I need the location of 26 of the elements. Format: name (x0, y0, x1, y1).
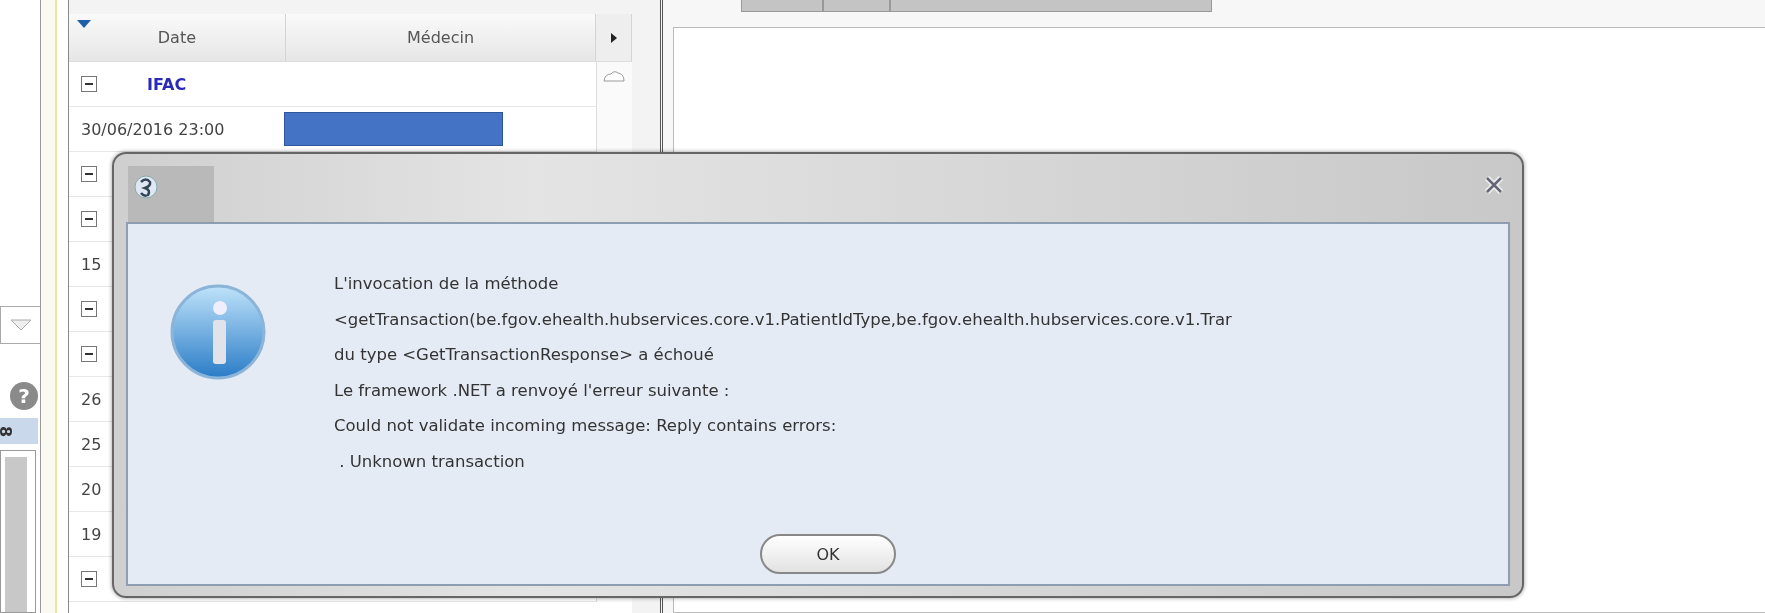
cloud-icon (603, 70, 626, 82)
sort-icon[interactable] (77, 20, 91, 28)
collapse-icon[interactable] (81, 301, 97, 317)
collapse-icon[interactable] (81, 76, 97, 92)
date-cell-text: 19 (81, 524, 103, 544)
collapse-icon[interactable] (81, 166, 97, 182)
info-icon (170, 284, 266, 380)
date-cell-text: 26 (81, 389, 103, 409)
collapse-icon[interactable] (81, 571, 97, 587)
arrow-right-icon (610, 32, 617, 43)
side-tab[interactable]: 8 (0, 418, 38, 444)
collapse-icon[interactable] (81, 211, 97, 227)
dropdown[interactable] (0, 306, 42, 344)
date-cell-text: 25 (81, 434, 103, 454)
column-header[interactable]: Date (69, 14, 286, 61)
close-icon[interactable] (1484, 176, 1504, 194)
error-message: L'invocation de la méthode <getTransaction(be.fgov.ehealth.hubservices.core.v1.PatientIdType,be.fgov.ehealth.hubservices.core.v1.Trar du type <GetTransactionResponse> a échoué Le framework .NET a renvoyé l'erreur suivante : Could not validate incoming message: Reply contains errors: . Unknown transaction (334, 273, 1232, 473)
group-label: IFAC (147, 74, 187, 94)
help-icon[interactable]: ? (10, 382, 38, 410)
ok-button[interactable]: OK (760, 534, 896, 574)
collapse-icon[interactable] (81, 346, 97, 362)
date-cell-text: 15 (81, 254, 103, 274)
caret-icon (10, 319, 32, 331)
date-cell-text: 30/06/2016 23:00 (81, 119, 226, 139)
app-icon (134, 174, 158, 200)
date-cell-text: 20 (81, 479, 103, 499)
